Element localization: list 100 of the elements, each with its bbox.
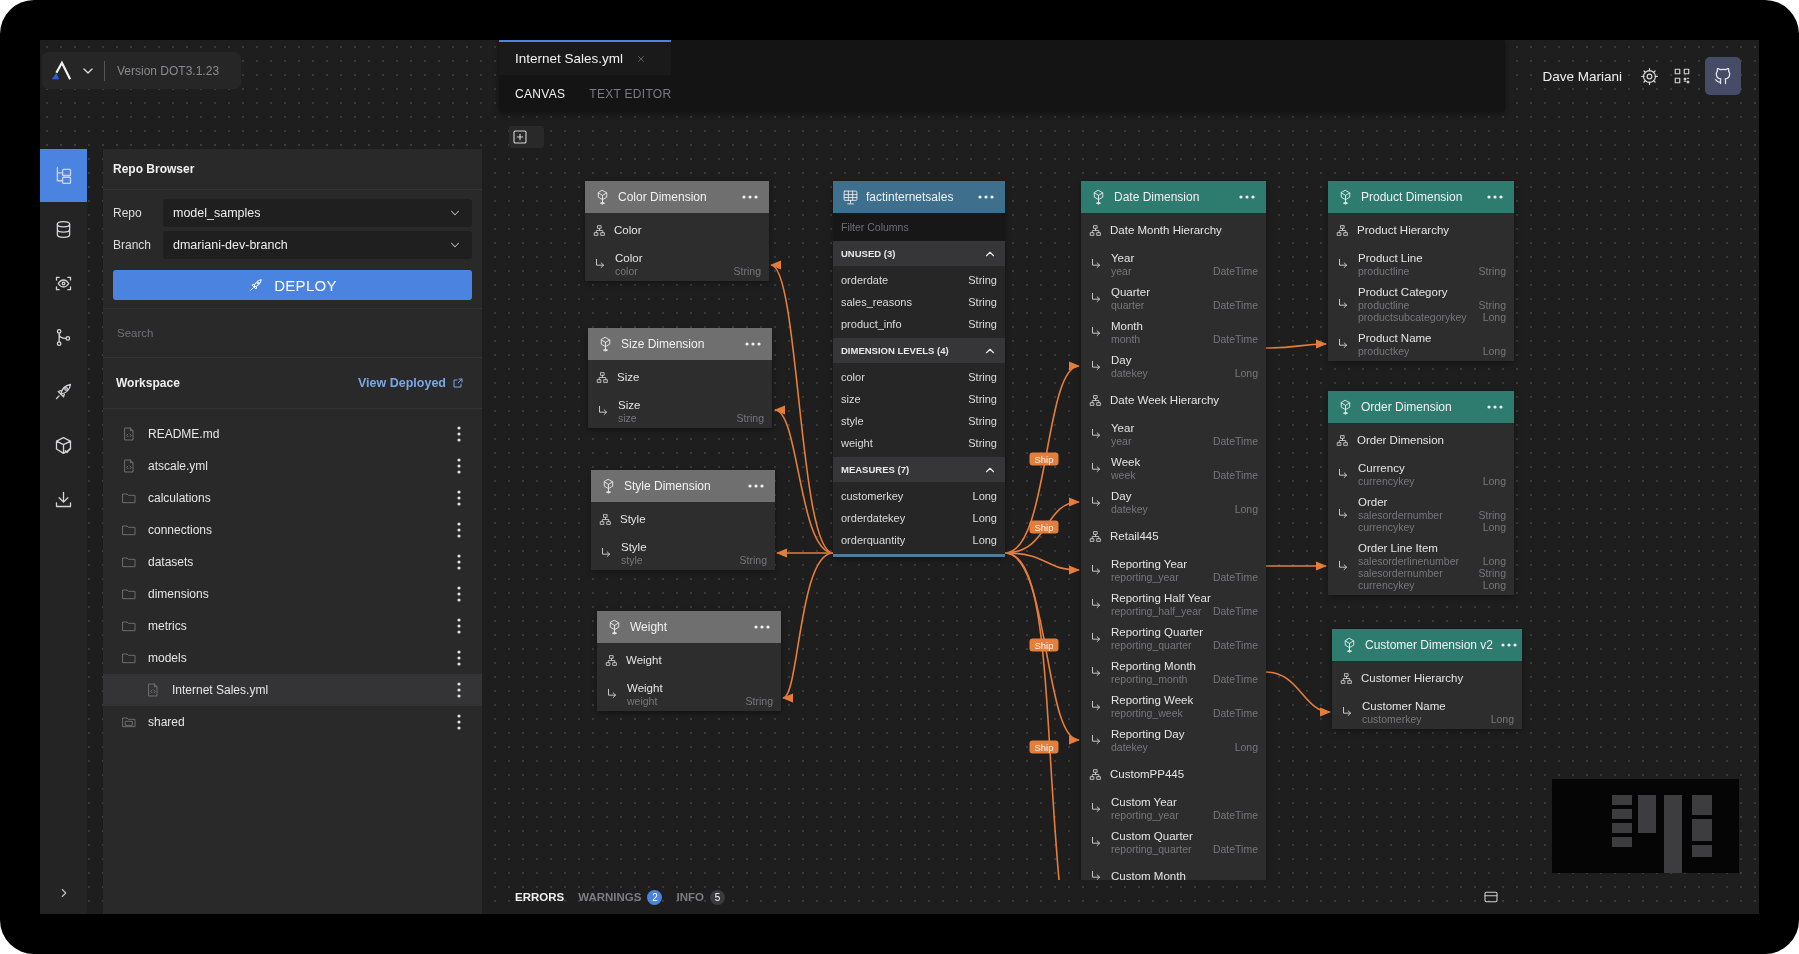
file-row[interactable]: datasets: [103, 546, 482, 578]
file-tab[interactable]: Internet Sales.yml: [499, 40, 671, 75]
logo-icon[interactable]: [50, 59, 72, 82]
column-name: quarter: [1111, 299, 1145, 311]
file-row[interactable]: README.md: [103, 418, 482, 450]
panel-icon[interactable]: [1483, 889, 1499, 905]
hierarchy-icon: [1089, 223, 1102, 237]
column-name: salesordernumber: [1358, 567, 1443, 579]
file-row[interactable]: Internet Sales.yml: [103, 674, 482, 706]
file-row[interactable]: atscale.yml: [103, 450, 482, 482]
column-type: String: [1478, 299, 1506, 311]
node-card[interactable]: [833, 181, 1005, 557]
file-row[interactable]: metrics: [103, 610, 482, 642]
hierarchy-name: Date Week Hierarchy: [1110, 394, 1220, 406]
column-name: weight: [627, 695, 658, 707]
file-row[interactable]: dimensions: [103, 578, 482, 610]
kebab-icon[interactable]: [456, 457, 462, 475]
view-deployed-link[interactable]: View Deployed: [358, 376, 464, 390]
node-card[interactable]: Order Dimension Order Dimension Currency currencykey Long Order salesordernumber String currencykey Long Order Line Item salesorderlinenumber Long salesordernumber String currencykey Long: [1328, 391, 1514, 595]
node-title: Product Dimension: [1361, 190, 1464, 204]
level-arrow-icon: [1336, 337, 1350, 351]
level-arrow-icon: [1089, 359, 1103, 373]
version-label: Version DOT3.1.23: [117, 63, 220, 78]
field-label: Branch: [113, 238, 153, 252]
github-button[interactable]: [1705, 57, 1741, 95]
node-title: Date Dimension: [1114, 190, 1201, 204]
more-icon[interactable]: [747, 483, 765, 489]
section-header[interactable]: UNUSED (3): [833, 241, 1005, 266]
kebab-icon[interactable]: [456, 489, 462, 507]
level-name: Year: [1111, 251, 1136, 265]
more-icon[interactable]: [744, 341, 762, 347]
deploy-button[interactable]: DEPLOY: [113, 270, 472, 300]
level-name: Day: [1111, 489, 1133, 503]
node-title: Style Dimension: [624, 479, 712, 493]
more-icon[interactable]: [741, 194, 759, 200]
more-icon[interactable]: [1486, 194, 1504, 200]
kebab-icon[interactable]: [456, 649, 462, 667]
kebab-icon[interactable]: [456, 425, 462, 443]
node-card[interactable]: [1081, 181, 1266, 880]
node-card[interactable]: Color Dimension Color Color color String: [585, 181, 769, 281]
connector-line: [1265, 561, 1328, 571]
hierarchy-name: Product Hierarchy: [1357, 224, 1450, 236]
hierarchy-icon: [593, 223, 606, 237]
kebab-icon[interactable]: [456, 617, 462, 635]
node-title: Weight: [630, 620, 669, 634]
node-card[interactable]: Size Dimension Size Size size String: [588, 328, 772, 428]
more-icon[interactable]: [1500, 642, 1519, 648]
view-tab[interactable]: CANVAS: [515, 86, 566, 101]
column-name: reporting_quarter: [1111, 843, 1192, 855]
level-name: Customer Name: [1362, 699, 1447, 713]
filter-field[interactable]: Filter Columns: [833, 213, 1005, 241]
level-arrow-icon: [1089, 597, 1103, 611]
level-name: Day: [1111, 353, 1133, 367]
file-row[interactable]: shared: [103, 706, 482, 738]
hierarchy-name: Color: [614, 224, 642, 236]
folder-icon: [121, 490, 137, 506]
kebab-icon[interactable]: [456, 713, 462, 731]
add-icon[interactable]: [512, 129, 528, 145]
level-name: Custom Quarter: [1111, 829, 1194, 843]
column-type: String: [968, 437, 997, 449]
folder-icon: [121, 618, 137, 634]
level-arrow-icon: [1089, 801, 1103, 815]
file-row[interactable]: calculations: [103, 482, 482, 514]
more-icon[interactable]: [1238, 194, 1256, 200]
node-card[interactable]: Style Dimension Style Style style String: [591, 470, 775, 570]
column-type: DateTime: [1212, 843, 1258, 855]
kebab-icon[interactable]: [456, 521, 462, 539]
kebab-icon[interactable]: [456, 681, 462, 699]
column-name: product_info: [841, 318, 902, 330]
section-header[interactable]: DIMENSION LEVELS (4): [833, 338, 1005, 363]
node-title: Order Dimension: [1361, 400, 1453, 414]
qr-code-icon[interactable]: [1673, 67, 1691, 85]
more-icon[interactable]: [977, 194, 995, 200]
column-name: reporting_week: [1111, 707, 1183, 719]
file-row[interactable]: models: [103, 642, 482, 674]
node-card[interactable]: Product Dimension Product Hierarchy Product Line productline String Product Category productline String productsubcategorykey Long Product Name productkey Long: [1328, 181, 1514, 361]
level-arrow-icon: [599, 546, 613, 560]
table-icon: [842, 188, 859, 206]
select-field[interactable]: model_samples: [163, 199, 472, 227]
status-tab[interactable]: WARNINGS 2: [578, 889, 663, 905]
hierarchy-icon: [605, 653, 618, 667]
more-icon[interactable]: [1486, 404, 1504, 410]
node-card[interactable]: Customer Dimension v2 Customer Hierarchy Customer Name customerkey Long: [1332, 629, 1522, 729]
more-icon[interactable]: [753, 624, 771, 630]
file-row[interactable]: connections: [103, 514, 482, 546]
column-name: salesordernumber: [1358, 509, 1443, 521]
select-field[interactable]: dmariani-dev-branch: [163, 231, 472, 259]
level-name: Reporting Half Year: [1111, 591, 1212, 605]
view-tab[interactable]: TEXT EDITOR: [589, 86, 672, 101]
level-name: Reporting Month: [1111, 659, 1198, 673]
node-card[interactable]: Weight Weight Weight weight String: [597, 611, 781, 711]
settings-icon[interactable]: [1640, 66, 1659, 86]
section-header[interactable]: MEASURES (7): [833, 457, 1005, 482]
level-name: Week: [1111, 455, 1142, 469]
kebab-icon[interactable]: [456, 553, 462, 571]
status-tab[interactable]: ERRORS: [515, 891, 565, 903]
status-tab[interactable]: INFO 5: [676, 889, 725, 905]
column-type: String: [968, 371, 997, 383]
kebab-icon[interactable]: [456, 585, 462, 603]
search-field[interactable]: Search: [107, 321, 478, 345]
